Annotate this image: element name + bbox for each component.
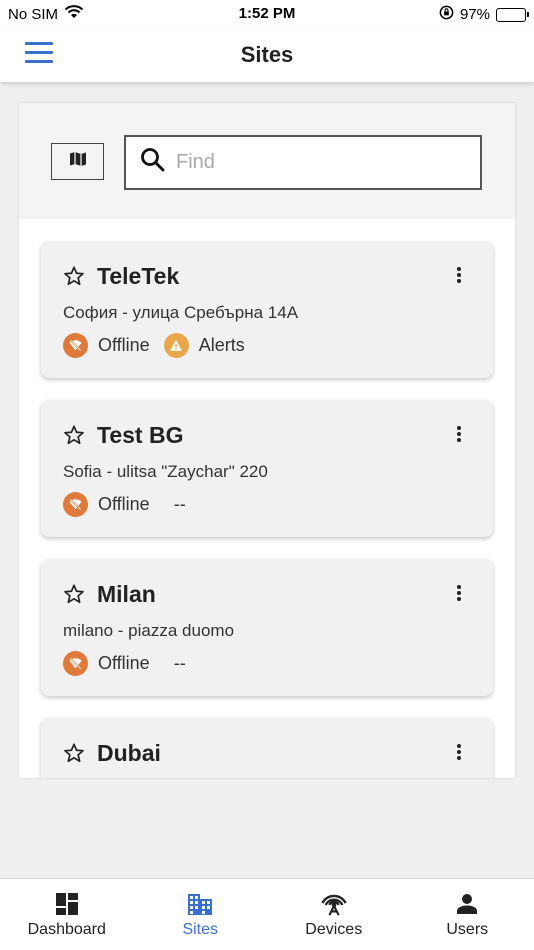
map-icon	[69, 151, 87, 172]
tab-devices[interactable]: Devices	[267, 879, 401, 950]
bottom-tab-bar: Dashboard Sites Devices Users	[0, 878, 534, 950]
search-box	[124, 135, 482, 190]
status-label: Offline	[98, 653, 150, 673]
site-card[interactable]: Test BG Sofia - ulitsa "Zaychar" 220 Off…	[41, 400, 493, 537]
site-address: София - улица Сребърна 14А	[63, 303, 299, 322]
building-icon	[187, 891, 213, 917]
site-list: TeleTek София - улица Сребърна 14А Offli…	[41, 241, 493, 778]
offline-icon	[63, 651, 88, 676]
alert-label: --	[173, 494, 186, 514]
search-input[interactable]	[176, 151, 456, 174]
map-view-button[interactable]	[51, 143, 104, 180]
site-name: Test BG	[97, 422, 184, 448]
site-status-row: Offline --	[63, 492, 186, 517]
site-name: Milan	[97, 581, 156, 607]
offline-icon	[63, 333, 88, 358]
page-title: Sites	[240, 42, 294, 67]
search-icon	[140, 147, 166, 178]
status-label: Offline	[98, 335, 150, 355]
tab-users[interactable]: Users	[401, 879, 534, 950]
status-right: 97%	[439, 5, 529, 24]
more-options-icon[interactable]	[453, 742, 465, 762]
favorite-star-icon[interactable]	[63, 265, 85, 287]
site-card[interactable]: TeleTek София - улица Сребърна 14А Offli…	[41, 241, 493, 378]
person-icon	[454, 891, 480, 917]
antenna-icon	[321, 891, 347, 917]
alert-label: Alerts	[198, 335, 245, 355]
nav-bar: Sites	[0, 30, 534, 82]
favorite-star-icon[interactable]	[63, 583, 85, 605]
dashboard-icon	[54, 891, 80, 917]
tab-label: Devices	[305, 921, 363, 938]
status-bar: No SIM 1:52 PM 97%	[0, 0, 534, 30]
tab-sites[interactable]: Sites	[134, 879, 268, 950]
site-name: TeleTek	[97, 263, 180, 289]
site-card[interactable]: Dubai	[41, 718, 493, 778]
site-address: milano - piazza duomo	[63, 621, 235, 640]
sites-panel: TeleTek София - улица Сребърна 14А Offli…	[19, 103, 515, 778]
sites-toolbar	[19, 103, 515, 219]
site-card[interactable]: Milan milano - piazza duomo Offline --	[41, 559, 493, 696]
offline-icon	[63, 492, 88, 517]
more-options-icon[interactable]	[453, 424, 465, 444]
favorite-star-icon[interactable]	[63, 424, 85, 446]
alert-label: --	[173, 653, 186, 673]
orientation-lock-icon	[439, 5, 454, 24]
more-options-icon[interactable]	[453, 583, 465, 603]
tab-label: Sites	[182, 921, 219, 938]
site-status-row: Offline --	[63, 651, 186, 676]
tab-label: Dashboard	[27, 921, 106, 938]
tab-dashboard[interactable]: Dashboard	[0, 879, 134, 950]
site-status-row: Offline Alerts	[63, 333, 245, 358]
alert-icon	[163, 333, 189, 358]
more-options-icon[interactable]	[453, 265, 465, 285]
site-address: Sofia - ulitsa "Zaychar" 220	[63, 462, 268, 481]
battery-percent: 97%	[459, 6, 490, 23]
favorite-star-icon[interactable]	[63, 742, 85, 764]
site-name: Dubai	[97, 740, 161, 766]
tab-label: Users	[446, 921, 489, 938]
battery-icon	[496, 7, 529, 22]
status-label: Offline	[98, 494, 150, 514]
